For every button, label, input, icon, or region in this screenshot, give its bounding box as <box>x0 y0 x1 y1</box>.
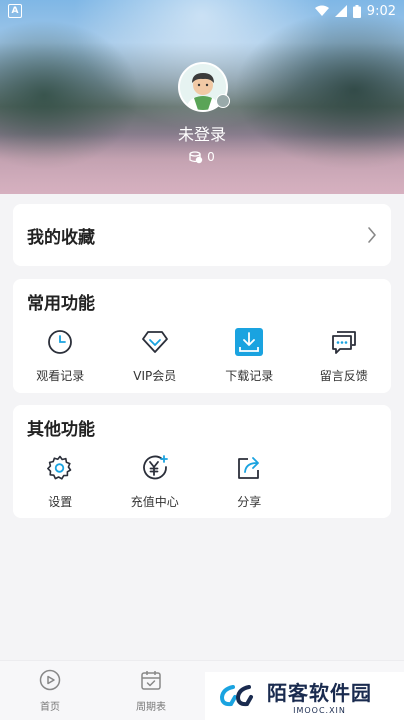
calendar-icon <box>141 671 161 690</box>
yuan-icon <box>142 455 168 480</box>
share-label: 分享 <box>237 495 262 509</box>
signal-icon <box>334 5 347 17</box>
watch-history-label: 观看记录 <box>36 369 85 383</box>
coin-count: 0 <box>207 150 215 164</box>
share-button[interactable]: 分享 <box>202 453 297 510</box>
avatar-vip-badge-icon <box>216 94 230 108</box>
common-functions-grid: 观看记录 VIP会员 下载记录 留言反馈 <box>13 327 391 384</box>
other-functions-grid: 设置 充值中心 分享 <box>13 453 391 510</box>
share-icon <box>238 457 260 479</box>
username-label[interactable]: 未登录 <box>0 121 404 145</box>
common-functions-card: 常用功能 观看记录 VIP会员 下载记录 留言反馈 <box>13 279 391 393</box>
coin-balance: 0 <box>0 150 404 164</box>
status-time: 9:02 <box>366 3 396 19</box>
wifi-icon <box>314 5 329 16</box>
notification-badge: A <box>8 4 22 18</box>
vip-membership-button[interactable]: VIP会员 <box>108 327 203 384</box>
watermark-url: IMOOC.XIN <box>293 706 346 715</box>
download-history-label: 下载记录 <box>225 369 274 383</box>
vip-membership-label: VIP会员 <box>133 369 177 383</box>
coin-icon <box>189 150 203 163</box>
chevron-right-icon <box>368 227 376 243</box>
status-bar: A 9:02 <box>0 0 404 22</box>
common-functions-title: 常用功能 <box>27 294 95 314</box>
favorites-title: 我的收藏 <box>27 227 95 248</box>
battery-icon <box>352 4 361 18</box>
nav-home-label: 首页 <box>40 702 60 713</box>
nav-home-tab[interactable]: 首页 <box>20 669 80 713</box>
other-functions-card: 其他功能 设置 充值中心 分享 <box>13 405 391 518</box>
favorites-row[interactable]: 我的收藏 <box>13 204 391 266</box>
diamond-icon <box>141 331 168 353</box>
profile-header: A 9:02 未登录 0 <box>0 0 404 194</box>
watermark-logo: 陌客软件园 IMOOC.XIN <box>205 672 404 720</box>
feedback-label: 留言反馈 <box>319 369 368 383</box>
nav-schedule-label: 周期表 <box>136 702 166 713</box>
watermark-logo-icon <box>219 685 253 707</box>
clock-icon <box>48 330 73 354</box>
watermark-name: 陌客软件园 <box>267 681 372 705</box>
message-icon <box>331 331 356 354</box>
nav-schedule-tab[interactable]: 周期表 <box>121 669 181 713</box>
feedback-button[interactable]: 留言反馈 <box>297 327 392 384</box>
download-history-button[interactable]: 下载记录 <box>202 327 297 384</box>
gear-icon <box>47 455 72 480</box>
play-circle-icon <box>39 669 61 691</box>
download-icon <box>235 328 264 356</box>
settings-button[interactable]: 设置 <box>13 453 108 510</box>
recharge-center-label: 充值中心 <box>130 495 179 509</box>
settings-label: 设置 <box>48 495 73 509</box>
recharge-center-button[interactable]: 充值中心 <box>108 453 203 510</box>
other-functions-title: 其他功能 <box>27 420 95 440</box>
watch-history-button[interactable]: 观看记录 <box>13 327 108 384</box>
